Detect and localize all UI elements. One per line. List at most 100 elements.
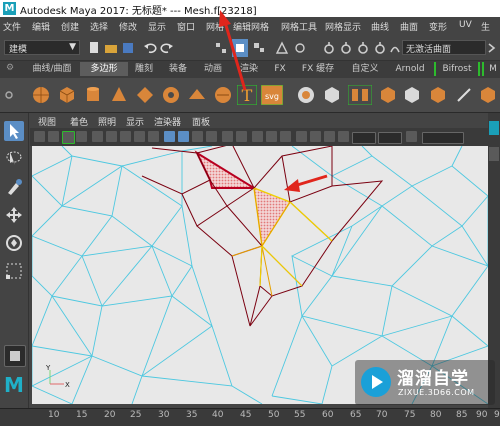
menu-modify[interactable]: 修改 [119,20,137,33]
panel-menu-shading[interactable]: 着色 [70,115,88,128]
gate-mask-icon[interactable] [148,131,159,142]
move-tool-icon[interactable] [4,205,24,225]
menu-edit[interactable]: 编辑 [32,20,50,33]
tab-arnold[interactable]: Arnold [390,62,430,76]
poly-cube-icon[interactable] [57,85,77,105]
snap-view-plane-icon[interactable] [373,41,387,55]
tab-polygons[interactable]: 多边形 [80,62,128,76]
color-management-icon[interactable] [406,131,417,142]
panel-menu-view[interactable]: 视图 [38,115,56,128]
undo-icon[interactable] [143,41,157,55]
tab-rigging[interactable]: 装备 [162,62,194,76]
textured-icon[interactable] [206,131,217,142]
gamma-field[interactable] [378,132,402,144]
scale-tool-icon[interactable] [4,261,24,281]
smooth-icon[interactable] [378,85,398,105]
camera-bookmark-icon[interactable] [48,131,59,142]
menu-create[interactable]: 创建 [61,20,79,33]
shelf-menu-icon[interactable] [4,90,14,100]
tab-mash[interactable]: M [482,62,500,76]
redo-icon[interactable] [160,41,174,55]
chevron-right-icon[interactable] [486,41,498,55]
menu-set-dropdown[interactable]: 建模 ▼ [4,40,80,55]
multicut-icon[interactable] [454,85,474,105]
multisample-aa-icon[interactable] [280,131,291,142]
view-transform-dropdown[interactable] [422,132,464,144]
wireframe-icon[interactable] [164,131,175,142]
mask-handles-icon[interactable] [275,41,289,55]
poly-cylinder-icon[interactable] [83,85,103,105]
smooth-shade-all-icon[interactable] [178,131,189,142]
menu-mesh-display[interactable]: 网格显示 [325,20,361,33]
mirror-icon[interactable] [348,85,372,105]
combine-icon[interactable] [296,85,316,105]
menu-surfaces[interactable]: 曲面 [400,20,418,33]
tab-sculpting[interactable]: 雕刻 [128,62,160,76]
live-surface-field[interactable]: 无激活曲面 [402,40,486,55]
lasso-tool-icon[interactable] [4,149,24,169]
make-live-icon[interactable] [388,41,402,55]
tab-bifrost[interactable]: Bifrost [434,62,480,76]
screen-space-ao-icon[interactable] [252,131,263,142]
open-scene-icon[interactable] [104,41,118,55]
new-scene-icon[interactable] [87,41,101,55]
snap-point-icon[interactable] [356,41,370,55]
menu-generate[interactable]: 生 [481,20,490,33]
menu-select[interactable]: 选择 [90,20,108,33]
tab-curves-surfaces[interactable]: 曲线/曲面 [26,62,78,76]
xray-icon[interactable] [310,131,321,142]
snap-curve-icon[interactable] [339,41,353,55]
motion-blur-icon[interactable] [266,131,277,142]
extrude-icon[interactable] [402,85,422,105]
panel-menu-lighting[interactable]: 照明 [98,115,116,128]
shelf-gear-icon[interactable]: ⚙ [6,63,14,73]
menu-window[interactable]: 窗口 [177,20,195,33]
shadows-icon[interactable] [236,131,247,142]
xray-active-components-icon[interactable] [324,131,335,142]
bevel-icon[interactable] [428,85,448,105]
panel-menu-show[interactable]: 显示 [126,115,144,128]
xray-joints-icon[interactable] [338,131,349,142]
time-slider[interactable]: 10 15 20 25 30 35 40 45 50 55 60 65 70 7… [0,408,500,426]
target-weld-icon[interactable] [478,85,498,105]
poly-svg-icon[interactable]: svg [261,85,283,105]
menu-curves[interactable]: 曲线 [371,20,389,33]
tab-fx-cache[interactable]: FX 缓存 [294,62,342,76]
film-gate-icon[interactable] [120,131,131,142]
menu-display[interactable]: 显示 [148,20,166,33]
separate-icon[interactable] [322,85,342,105]
menu-deform[interactable]: 变形 [429,20,447,33]
layout-single-pane-icon[interactable] [4,345,26,367]
tab-custom[interactable]: 自定义 [344,62,386,76]
rotate-tool-icon[interactable] [4,233,24,253]
select-tool-icon[interactable] [4,121,24,141]
resolution-gate-icon[interactable] [134,131,145,142]
snap-grid-icon[interactable] [322,41,336,55]
channel-box-icon[interactable] [489,147,499,161]
menu-uv[interactable]: UV [459,20,472,30]
grid-toggle-icon[interactable] [106,131,117,142]
mask-joints-icon[interactable] [293,41,307,55]
exposure-field[interactable] [352,132,376,144]
menu-mesh-tools[interactable]: 网格工具 [281,20,317,33]
poly-torus-icon[interactable] [135,85,155,105]
2d-pan-zoom-icon[interactable] [76,131,87,142]
use-all-lights-icon[interactable] [222,131,233,142]
paint-select-tool-icon[interactable] [4,177,24,197]
poly-plane-icon[interactable] [161,85,181,105]
image-plane-icon[interactable] [62,131,75,144]
attribute-editor-icon[interactable] [489,121,499,135]
panel-menu-renderer[interactable]: 渲染器 [154,115,181,128]
tab-fx[interactable]: FX [268,62,292,76]
menu-file[interactable]: 文件 [3,20,21,33]
panel-menu-panels[interactable]: 面板 [192,115,210,128]
save-scene-icon[interactable] [121,41,135,55]
camera-attributes-icon[interactable] [34,131,45,142]
grease-pencil-icon[interactable] [92,131,103,142]
selected-face-center[interactable] [253,186,292,248]
poly-cone-icon[interactable] [109,85,129,105]
wireframe-on-shaded-icon[interactable] [192,131,203,142]
isolate-select-icon[interactable] [296,131,307,142]
timeline-tick: 50 [268,410,280,420]
poly-sphere-icon[interactable] [31,85,51,105]
